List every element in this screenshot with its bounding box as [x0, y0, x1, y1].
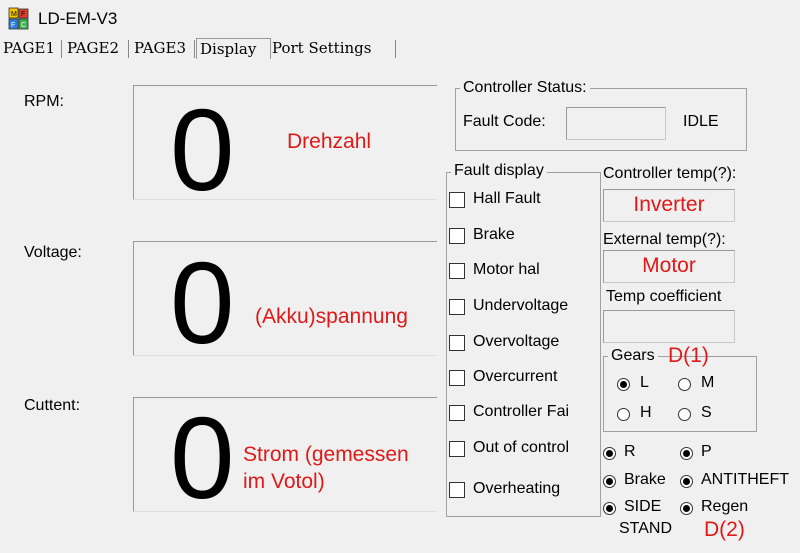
rpm-label: RPM: [24, 93, 64, 110]
fault-label: Out of control [473, 439, 570, 456]
controller-status-title: Controller Status: [460, 79, 590, 97]
status-indicator-label: ANTITHEFT [701, 471, 789, 488]
fault-label: Motor hal [473, 261, 540, 278]
rpm-annotation: Drehzahl [287, 130, 372, 153]
status-indicator [603, 475, 616, 488]
tab-page3[interactable]: PAGE3 [134, 38, 194, 58]
fault-label: Hall Fault [473, 190, 541, 207]
status-indicator-label-line2: STAND [619, 520, 673, 537]
status-indicator [603, 502, 616, 515]
status-indicator-label: SIDE [624, 498, 662, 515]
gear-label: H [640, 404, 652, 421]
fault-checkbox[interactable] [449, 299, 465, 315]
regen-annotation: D(2) [704, 518, 745, 541]
svg-text:F: F [11, 22, 15, 29]
temp-coefficient-field [603, 310, 735, 343]
gear-label: M [701, 374, 715, 391]
temp-coefficient-label: Temp coefficient [606, 288, 722, 305]
external-temp-field: Motor [603, 250, 735, 283]
status-indicator [680, 447, 693, 460]
current-label: Cuttent: [24, 397, 81, 414]
window-title: LD-EM-V3 [38, 9, 118, 28]
voltage-label: Voltage: [24, 244, 82, 261]
fault-label: Overvoltage [473, 333, 560, 350]
gear-radio[interactable] [678, 408, 691, 421]
tab-page2[interactable]: PAGE2 [67, 38, 127, 58]
fault-checkbox[interactable] [449, 482, 465, 498]
controller-temp-label: Controller temp(?): [603, 165, 737, 182]
fault-label: Controller Failure [473, 403, 570, 420]
fault-display-title: Fault display [451, 162, 547, 180]
current-value: 0 [170, 393, 235, 523]
fault-checkbox[interactable] [449, 441, 465, 457]
gears-annotation: D(1) [668, 344, 709, 367]
status-indicator [680, 475, 693, 488]
gears-title: Gears [608, 347, 658, 365]
status-indicator [603, 447, 616, 460]
voltage-value: 0 [170, 238, 235, 368]
gear-radio[interactable] [678, 378, 691, 391]
svg-text:M: M [11, 11, 17, 18]
fault-checkbox[interactable] [449, 370, 465, 386]
fault-checkbox[interactable] [449, 263, 465, 279]
status-indicator-label: Regen [701, 498, 749, 515]
status-indicator-label: R [624, 443, 636, 460]
status-indicator-label: Brake [624, 471, 666, 488]
fault-checkbox[interactable] [449, 405, 465, 421]
status-indicator [680, 502, 693, 515]
fault-label: Undervoltage [473, 297, 569, 314]
external-temp-label: External temp(?): [603, 231, 726, 248]
voltage-annotation: (Akku)spannung [255, 305, 408, 328]
gear-radio[interactable] [617, 378, 630, 391]
current-annotation-line1: Strom (gemessen [243, 443, 409, 466]
fault-label: Brake [473, 226, 515, 243]
tab-port-settings[interactable]: Port Settings [272, 38, 394, 58]
status-indicator-label: P [701, 443, 712, 460]
tab-page1[interactable]: PAGE1 [3, 38, 59, 58]
app-icon: M F F C [8, 7, 30, 31]
gear-label: S [701, 404, 712, 421]
fault-checkbox[interactable] [449, 228, 465, 244]
fault-label: Overcurrent [473, 368, 558, 385]
controller-state: IDLE [683, 113, 719, 130]
fault-label: Overheating [473, 480, 561, 497]
svg-text:F: F [21, 11, 25, 18]
gear-label: L [640, 374, 649, 391]
title-bar: M F F C LD-EM-V3 [0, 0, 800, 38]
fault-checkbox[interactable] [449, 335, 465, 351]
fault-code-label: Fault Code: [463, 113, 546, 130]
tab-display[interactable]: Display [196, 38, 271, 59]
rpm-value: 0 [170, 85, 235, 215]
controller-temp-field: Inverter [603, 189, 735, 222]
svg-text:C: C [21, 22, 26, 29]
fault-code-field [566, 107, 666, 140]
gear-radio[interactable] [617, 408, 630, 421]
current-annotation-line2: im Votol) [243, 470, 325, 493]
fault-checkbox[interactable] [449, 192, 465, 208]
